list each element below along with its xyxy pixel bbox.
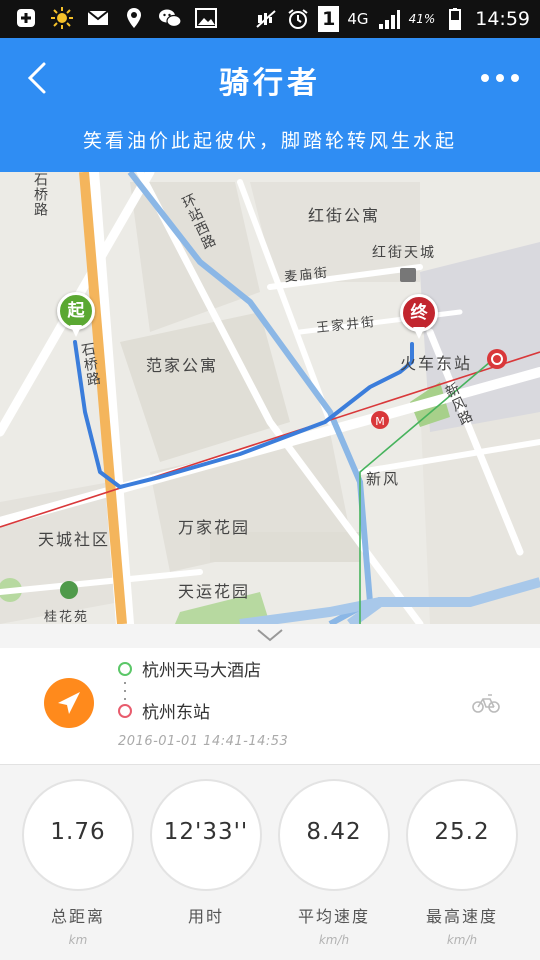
stat-label: 用时 (187, 907, 224, 926)
more-options-button[interactable] (480, 64, 520, 92)
mute-icon (256, 10, 276, 28)
map-label: 火车东站 (400, 354, 473, 373)
sim-indicator: 1 (318, 6, 340, 32)
stat-total-distance: 1.76 总距离 km (22, 779, 134, 959)
map-label: 桂花苑 (44, 610, 90, 624)
stat-value: 1.76 (50, 819, 106, 845)
map-label: 红街天城 (372, 245, 436, 261)
app-screen: 1 4G 41% 14:59 骑行者 笑看油价此起彼伏，脚踏轮转风生水起 M 红… (0, 0, 540, 960)
pin-tail-icon (413, 327, 425, 339)
stat-unit: km/h (318, 933, 350, 947)
status-bar: 1 4G 41% 14:59 (0, 0, 540, 38)
stat-average-speed: 8.42 平均速度 km/h (278, 779, 390, 959)
navigate-button[interactable] (44, 678, 94, 728)
image-icon (195, 8, 217, 28)
stat-label: 平均速度 (297, 907, 370, 926)
navigation-arrow-icon (58, 692, 80, 714)
map-label: 万家花园 (178, 518, 251, 537)
header-slogan: 笑看油价此起彼伏，脚踏轮转风生水起 (82, 130, 457, 152)
start-dot-icon (118, 661, 132, 676)
battery-percent: 41% (408, 12, 436, 26)
stat-unit: km/h (446, 933, 478, 947)
network-type: 4G (347, 10, 369, 28)
back-button[interactable] (18, 58, 58, 98)
app-header: 骑行者 笑看油价此起彼伏，脚踏轮转风生水起 (0, 38, 540, 172)
route-start: 杭州天马大酒店 (118, 656, 261, 681)
stat-value: 8.42 (306, 819, 362, 845)
stat-value: 25.2 (434, 819, 490, 845)
more-dot-icon (481, 74, 489, 82)
clock: 14:59 (475, 8, 530, 30)
map-label: 石桥路 (32, 172, 48, 217)
location-icon (127, 8, 141, 28)
route-map[interactable]: M 红街公寓 红街天城 麦庙街 王家井街 火车东站 范家公寓 新风 万家花园 天… (0, 172, 540, 624)
route-start-name: 杭州天马大酒店 (142, 661, 261, 681)
stat-unit: km (68, 933, 88, 947)
signal-icon (378, 10, 400, 29)
sun-icon (51, 7, 73, 29)
end-dot-icon (118, 703, 132, 718)
map-label: 天城社区 (38, 530, 111, 549)
end-pin[interactable]: 终 (400, 294, 438, 340)
start-pin[interactable]: 起 (57, 292, 95, 338)
stat-label: 最高速度 (425, 907, 498, 926)
stat-max-speed: 25.2 最高速度 km/h (406, 779, 518, 959)
alarm-icon (288, 9, 308, 29)
trip-time-range: 2016-01-01 14:41-14:53 (118, 734, 289, 749)
add-icon (17, 9, 35, 27)
ride-stats: 1.76 总距离 km 12'33'' 用时 8.42 平均速度 km/h 25… (0, 764, 540, 960)
wechat-icon (159, 9, 182, 28)
map-label: 天运花园 (178, 582, 251, 601)
chevron-down-icon (257, 629, 283, 642)
route-end: 杭州东站 (118, 698, 210, 723)
mail-icon (87, 10, 109, 25)
pin-tail-icon (70, 325, 82, 337)
collapse-panel-button[interactable] (255, 627, 285, 643)
bicycle-icon (472, 694, 500, 713)
stat-label: 总距离 (50, 907, 105, 926)
more-dot-icon (496, 74, 504, 82)
svg-text:M: M (375, 415, 385, 428)
page-title: 骑行者 (219, 66, 321, 101)
more-dot-icon (511, 74, 519, 82)
stat-duration: 12'33'' 用时 (150, 779, 262, 959)
chevron-left-icon (27, 62, 46, 94)
map-label: 新风 (366, 470, 401, 488)
map-label: 范家公寓 (146, 356, 219, 375)
stat-value: 12'33'' (163, 819, 249, 845)
battery-icon (449, 8, 462, 30)
trip-summary: 杭州天马大酒店 杭州东站 2016-01-01 14:41-14:53 (0, 648, 540, 764)
route-end-name: 杭州东站 (142, 703, 210, 723)
map-label: 红街公寓 (308, 206, 381, 225)
